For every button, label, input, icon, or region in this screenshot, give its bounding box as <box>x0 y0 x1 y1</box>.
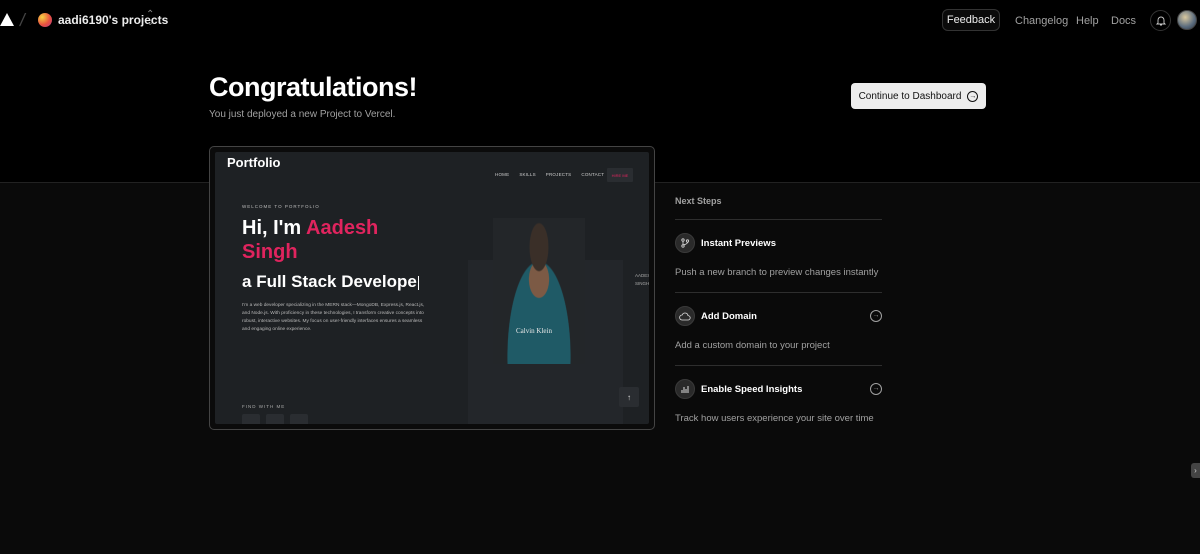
preview-hire-button: HIRE ME <box>607 168 633 182</box>
docs-link[interactable]: Docs <box>1111 15 1136 27</box>
continue-to-dashboard-button[interactable]: Continue to Dashboard → <box>851 83 986 109</box>
preview-bio: I'm a web developer specializing in the … <box>242 303 425 332</box>
team-avatar[interactable] <box>38 13 52 27</box>
preview-nav-item: HOME <box>495 172 510 177</box>
next-step-label: Add Domain <box>701 310 757 322</box>
next-step-desc: Push a new branch to preview changes ins… <box>675 267 879 278</box>
preview-greeting: Hi, I'm Aadesh Singh <box>242 216 412 264</box>
notifications-bell-icon[interactable] <box>1150 10 1171 31</box>
preview-role-prefix: a <box>242 272 257 291</box>
changelog-link[interactable]: Changelog <box>1015 15 1068 27</box>
next-step-speed-insights[interactable]: Enable Speed Insights → Track how users … <box>675 378 882 424</box>
preview-nav: HOME SKILLS PROJECTS CONTACT <box>495 172 604 177</box>
arrow-right-circle-icon[interactable]: → <box>870 383 882 395</box>
chevron-updown-icon[interactable]: ⌃ ⌄ <box>146 10 154 28</box>
next-steps-title: Next Steps <box>675 196 722 206</box>
next-steps-divider <box>675 292 882 293</box>
arrow-up-icon: ↑ <box>619 387 639 407</box>
preview-welcome: WELCOME TO PORTFOLIO <box>242 204 320 209</box>
vercel-logo-icon[interactable] <box>0 13 14 26</box>
cta-label: Continue to Dashboard <box>858 90 962 102</box>
preview-role: a Full Stack Develope <box>242 272 419 292</box>
cloud-icon <box>675 306 695 326</box>
top-nav: / aadi6190's projects ⌃ ⌄ Feedback Change… <box>0 0 1200 41</box>
git-branch-icon <box>675 233 695 253</box>
next-step-label: Instant Previews <box>701 237 776 249</box>
chevron-right-icon[interactable]: › <box>1191 463 1200 478</box>
preview-profile-photo <box>493 218 585 364</box>
preview-photo-caption: Calvin Klein <box>516 327 552 335</box>
preview-social-icons <box>242 414 308 424</box>
preview-nav-item: PROJECTS <box>545 172 572 177</box>
next-step-instant-previews[interactable]: Instant Previews Push a new branch to pr… <box>675 232 882 278</box>
arrow-right-circle-icon[interactable]: → <box>870 310 882 322</box>
next-step-add-domain[interactable]: Add Domain → Add a custom domain to your… <box>675 305 882 351</box>
preview-nav-item: SKILLS <box>519 172 536 177</box>
preview-nav-item: CONTACT <box>581 172 605 177</box>
arrow-right-circle-icon: → <box>967 90 979 102</box>
help-link[interactable]: Help <box>1076 15 1099 27</box>
preview-greeting-text: Hi, I'm <box>242 217 307 239</box>
preview-brand: Portfolio <box>227 155 281 170</box>
typing-cursor <box>417 275 419 290</box>
breadcrumb-separator: / <box>18 10 27 30</box>
preview-vertical-name: AADESH SINGH <box>635 273 649 286</box>
next-steps-divider <box>675 219 882 220</box>
next-steps-divider <box>675 365 882 366</box>
next-step-label: Enable Speed Insights <box>701 383 803 395</box>
feedback-button[interactable]: Feedback <box>942 9 1000 31</box>
next-step-desc: Add a custom domain to your project <box>675 340 830 351</box>
deployment-preview[interactable]: Portfolio HOME SKILLS PROJECTS CONTACT H… <box>209 146 655 430</box>
page-title: Congratulations! <box>209 72 418 102</box>
bar-chart-icon <box>675 379 695 399</box>
page-subtitle: You just deployed a new Project to Verce… <box>209 109 396 120</box>
next-step-desc: Track how users experience your site ove… <box>675 413 874 424</box>
preview-role-text: Full Stack Develope <box>256 272 417 291</box>
preview-screenshot: Portfolio HOME SKILLS PROJECTS CONTACT H… <box>215 152 649 424</box>
preview-find-me: FIND WITH ME <box>242 404 286 409</box>
user-avatar[interactable] <box>1177 10 1197 30</box>
